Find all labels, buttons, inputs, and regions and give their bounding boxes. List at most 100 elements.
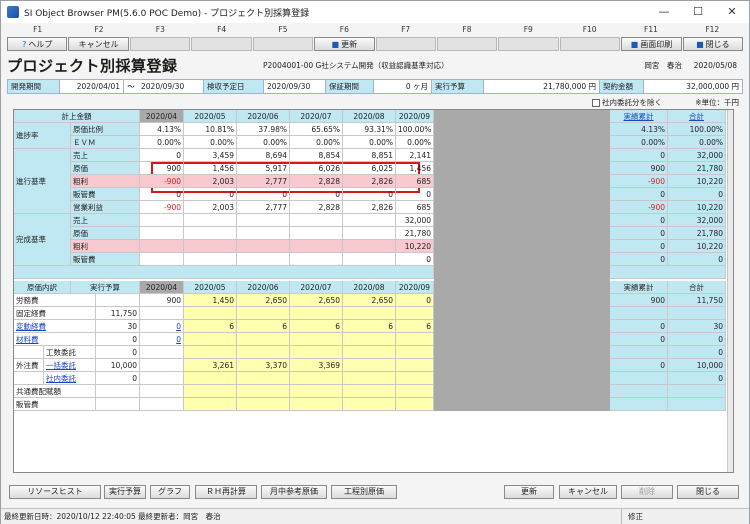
value-cell[interactable]: 0 xyxy=(290,188,343,201)
value-cell[interactable]: 8,851 xyxy=(343,149,396,162)
cost-value-cell[interactable]: 0 xyxy=(396,294,434,307)
cost-sub-label[interactable]: 社内委託 xyxy=(44,372,96,385)
value-cell[interactable]: -900 xyxy=(140,175,184,188)
cost-value-cell[interactable] xyxy=(290,398,343,411)
cost-value-cell[interactable]: 2,650 xyxy=(343,294,396,307)
budget-cell[interactable]: 30 xyxy=(96,320,140,333)
cost-value-cell[interactable] xyxy=(237,398,290,411)
cost-value-cell[interactable]: 2,650 xyxy=(290,294,343,307)
bottom-button-6[interactable]: 工程別原価 xyxy=(331,485,397,499)
total-header[interactable]: 合計 xyxy=(668,110,726,123)
grid-scrollbar[interactable] xyxy=(727,110,733,472)
accept-date[interactable]: 2020/09/30 xyxy=(264,80,326,93)
cost-value-cell[interactable] xyxy=(237,385,290,398)
cost-value-cell[interactable] xyxy=(184,398,237,411)
value-cell[interactable]: -900 xyxy=(140,201,184,214)
cost-value-cell[interactable] xyxy=(237,346,290,359)
cost-value-cell[interactable] xyxy=(184,372,237,385)
cost-value-cell[interactable] xyxy=(290,333,343,346)
value-cell[interactable]: 0 xyxy=(343,188,396,201)
value-cell[interactable]: 1,456 xyxy=(184,162,237,175)
budget-cell[interactable]: 0 xyxy=(96,372,140,385)
cost-value-cell[interactable] xyxy=(140,346,184,359)
cost-value-cell[interactable] xyxy=(396,307,434,320)
cost-value-cell[interactable] xyxy=(396,372,434,385)
cost-value-cell[interactable] xyxy=(140,398,184,411)
value-cell[interactable]: 2,003 xyxy=(184,201,237,214)
value-cell[interactable]: 65.65% xyxy=(290,123,343,136)
cost-value-cell[interactable] xyxy=(396,359,434,372)
cost-value-cell[interactable] xyxy=(184,307,237,320)
period-to[interactable]: 2020/09/30 xyxy=(138,80,204,93)
cost-value-cell[interactable]: 3,369 xyxy=(290,359,343,372)
bottom-button-7[interactable]: 更新 xyxy=(504,485,554,499)
cost-value-cell[interactable]: 6 xyxy=(237,320,290,333)
value-cell[interactable]: 8,854 xyxy=(290,149,343,162)
cost-value-cell[interactable] xyxy=(396,398,434,411)
cost-value-cell[interactable] xyxy=(237,307,290,320)
value-cell[interactable]: 0 xyxy=(140,149,184,162)
close-window-button[interactable]: ✕ xyxy=(715,1,749,23)
cost-value-cell[interactable] xyxy=(343,333,396,346)
value-cell[interactable]: 0.00% xyxy=(396,136,434,149)
cost-value-cell[interactable] xyxy=(290,385,343,398)
cost-value-cell[interactable] xyxy=(140,372,184,385)
value-cell[interactable]: 685 xyxy=(396,201,434,214)
value-cell[interactable]: 2,003 xyxy=(184,175,237,188)
cost-value-cell[interactable] xyxy=(396,385,434,398)
value-cell[interactable]: 2,828 xyxy=(290,175,343,188)
checkbox-box[interactable] xyxy=(592,98,600,107)
value-cell[interactable]: 8,694 xyxy=(237,149,290,162)
cost-value-cell[interactable] xyxy=(343,372,396,385)
bottom-button-5[interactable]: 月中参考原価 xyxy=(261,485,327,499)
cost-value-cell[interactable] xyxy=(290,372,343,385)
cost-value-cell[interactable]: 900 xyxy=(140,294,184,307)
toolbar-button-12[interactable]: ■ 閉じる xyxy=(682,37,744,51)
cost-value-cell[interactable] xyxy=(184,385,237,398)
cost-value-cell[interactable]: 3,261 xyxy=(184,359,237,372)
budget-cell[interactable]: 0 xyxy=(96,346,140,359)
contract-value[interactable]: 32,000,000 円 xyxy=(644,80,742,93)
cost-value-cell[interactable] xyxy=(343,307,396,320)
value-cell[interactable]: 2,828 xyxy=(290,201,343,214)
value-cell[interactable]: 0.00% xyxy=(343,136,396,149)
cost-value-cell[interactable] xyxy=(237,333,290,346)
budget-cell[interactable]: 10,000 xyxy=(96,359,140,372)
cost-value-cell[interactable] xyxy=(184,333,237,346)
value-cell[interactable]: 3,459 xyxy=(184,149,237,162)
actual-total-header[interactable]: 実績累計 xyxy=(610,110,668,123)
toolbar-button-6[interactable]: ■ 更新 xyxy=(314,37,375,51)
budget-cell[interactable] xyxy=(96,398,140,411)
value-cell[interactable]: 2,777 xyxy=(237,201,290,214)
cost-value-cell[interactable] xyxy=(290,307,343,320)
value-cell[interactable]: 10.81% xyxy=(184,123,237,136)
cost-value-cell[interactable] xyxy=(140,307,184,320)
cost-value-cell[interactable] xyxy=(140,359,184,372)
cost-value-cell[interactable]: 6 xyxy=(290,320,343,333)
cost-value-cell[interactable]: 6 xyxy=(396,320,434,333)
cost-value-cell[interactable]: 0 xyxy=(140,320,184,333)
bottom-button-1[interactable]: リソースヒスト xyxy=(9,485,101,499)
bottom-button-8[interactable]: キャンセル xyxy=(559,485,617,499)
value-cell[interactable]: 37.98% xyxy=(237,123,290,136)
value-cell[interactable]: 93.31% xyxy=(343,123,396,136)
bottom-button-4[interactable]: ＲＨ再計算 xyxy=(195,485,257,499)
bottom-button-2[interactable]: 実行予算 xyxy=(104,485,146,499)
cost-sub-label[interactable]: 一括委託 xyxy=(44,359,96,372)
bottom-button-10[interactable]: 閉じる xyxy=(677,485,739,499)
cost-value-cell[interactable] xyxy=(140,385,184,398)
toolbar-button-2[interactable]: キャンセル xyxy=(68,37,129,51)
value-cell[interactable]: 0.00% xyxy=(237,136,290,149)
minimize-button[interactable]: — xyxy=(647,1,681,23)
value-cell[interactable]: 0.00% xyxy=(140,136,184,149)
cost-value-cell[interactable] xyxy=(396,346,434,359)
value-cell[interactable]: 0.00% xyxy=(290,136,343,149)
value-cell[interactable]: 2,826 xyxy=(343,201,396,214)
value-cell[interactable]: 685 xyxy=(396,175,434,188)
maximize-button[interactable]: ☐ xyxy=(681,1,715,23)
value-cell[interactable]: 2,141 xyxy=(396,149,434,162)
cost-value-cell[interactable] xyxy=(343,385,396,398)
cost-value-cell[interactable] xyxy=(343,346,396,359)
period-from[interactable]: 2020/04/01 xyxy=(60,80,124,93)
value-cell[interactable]: 0 xyxy=(184,188,237,201)
